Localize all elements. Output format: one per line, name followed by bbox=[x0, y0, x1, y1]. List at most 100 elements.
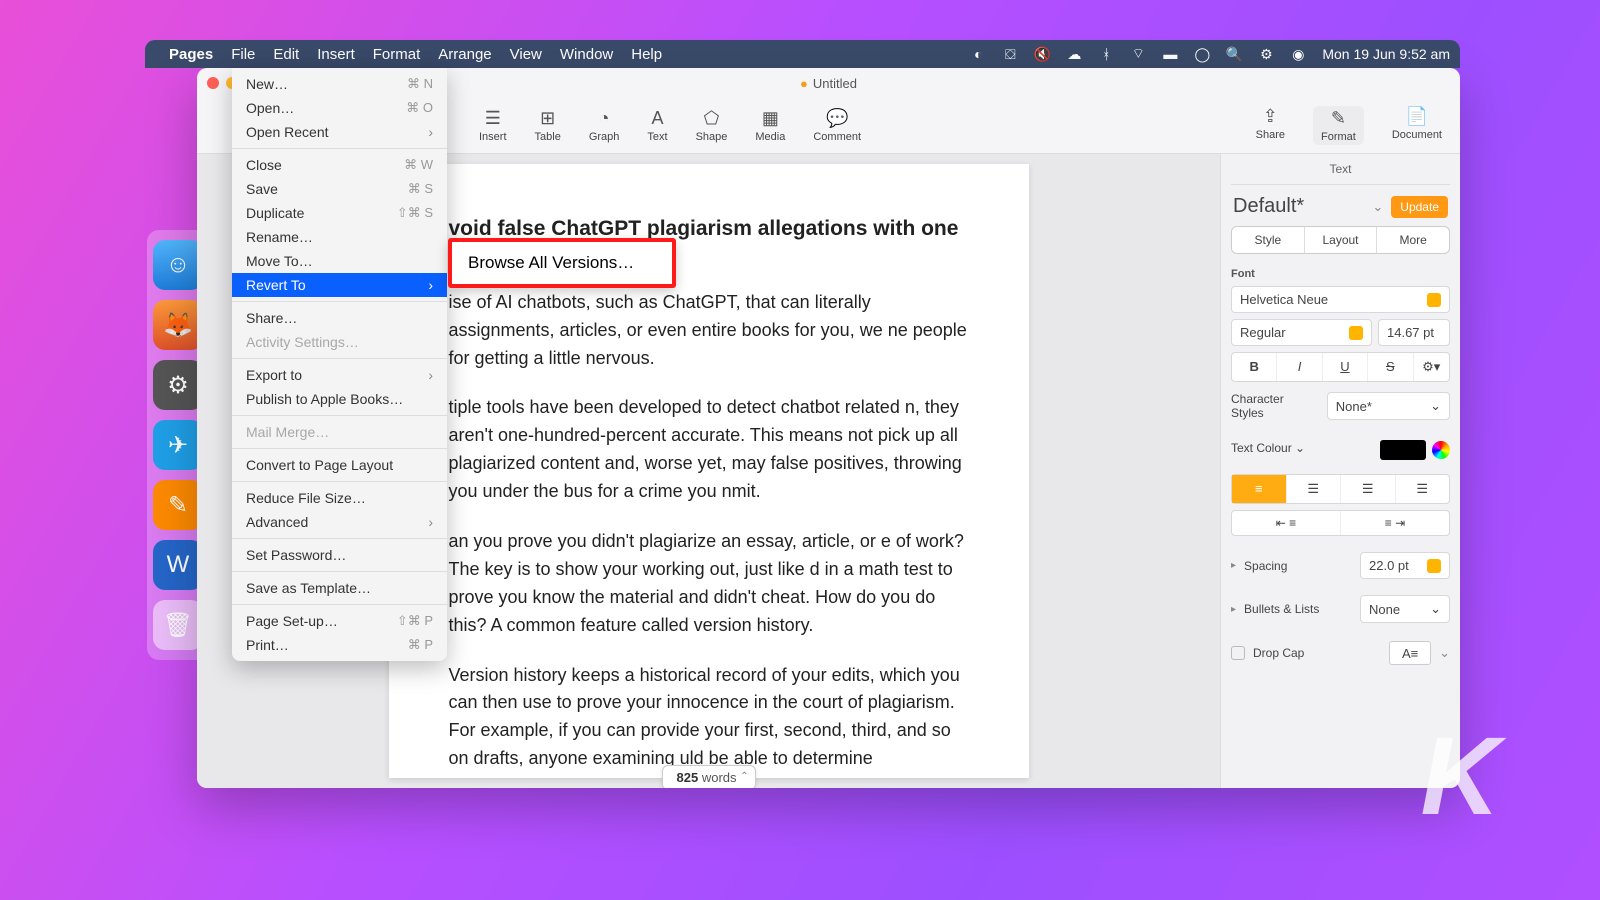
color-wheel-icon[interactable] bbox=[1432, 441, 1450, 459]
control-center-icon[interactable]: ⚙ bbox=[1258, 46, 1274, 62]
chevron-down-icon[interactable]: ⌄ bbox=[1439, 645, 1450, 661]
media-icon: ▦ bbox=[762, 108, 779, 129]
search-icon[interactable]: 🔍 bbox=[1226, 46, 1242, 62]
bluetooth-icon[interactable]: ᚼ bbox=[1098, 46, 1114, 62]
dropbox-icon[interactable]: ⛋ bbox=[1002, 46, 1018, 62]
char-styles-field[interactable]: None*⌄ bbox=[1327, 392, 1450, 420]
file-menu-item[interactable]: Duplicate⇧⌘ S bbox=[232, 201, 447, 225]
file-menu-item[interactable]: Move To… bbox=[232, 249, 447, 273]
file-menu-item[interactable]: Open Recent› bbox=[232, 120, 447, 144]
dropcap-checkbox[interactable] bbox=[1231, 646, 1245, 660]
file-menu-item[interactable]: Open…⌘ O bbox=[232, 96, 447, 120]
menu-insert[interactable]: Insert bbox=[317, 46, 355, 63]
menu-file[interactable]: File bbox=[231, 46, 255, 63]
close-window-button[interactable] bbox=[207, 77, 219, 89]
font-weight-field[interactable]: Regular bbox=[1231, 319, 1372, 346]
seg-style[interactable]: Style bbox=[1232, 227, 1304, 253]
siri-icon[interactable]: ◉ bbox=[1290, 46, 1306, 62]
file-menu-item: Mail Merge… bbox=[232, 420, 447, 444]
italic-button[interactable]: I bbox=[1276, 353, 1321, 381]
file-menu-item[interactable]: Share… bbox=[232, 306, 447, 330]
mute-icon[interactable]: 🔇 bbox=[1034, 46, 1050, 62]
strike-button[interactable]: S bbox=[1367, 353, 1412, 381]
outdent-button[interactable]: ⇤ ≡ bbox=[1232, 511, 1340, 535]
file-menu-item[interactable]: Publish to Apple Books… bbox=[232, 387, 447, 411]
dock-trash-icon[interactable]: 🗑 bbox=[153, 600, 203, 650]
file-menu-item[interactable]: Advanced› bbox=[232, 510, 447, 534]
browse-all-versions-item[interactable]: Browse All Versions… bbox=[468, 253, 634, 273]
file-menu-item[interactable]: Set Password… bbox=[232, 543, 447, 567]
panel-tab-text[interactable]: Text bbox=[1231, 154, 1450, 185]
font-size-field[interactable]: 14.67 pt bbox=[1378, 319, 1450, 346]
paragraph-style-name[interactable]: Default* bbox=[1233, 195, 1364, 218]
dock-settings-icon[interactable]: ⚙ bbox=[153, 360, 203, 410]
update-style-button[interactable]: Update bbox=[1391, 196, 1448, 218]
table-icon: ⊞ bbox=[540, 108, 555, 129]
toolbar-table[interactable]: ⊞Table bbox=[535, 108, 561, 143]
align-center-button[interactable]: ☰ bbox=[1286, 475, 1341, 503]
chevron-down-icon: ⌄ bbox=[1430, 398, 1441, 414]
wifi-icon[interactable]: ⌔ bbox=[1130, 46, 1146, 62]
file-menu-item[interactable]: Export to› bbox=[232, 363, 447, 387]
dock-firefox-icon[interactable]: 🦊 bbox=[153, 300, 203, 350]
file-menu-item[interactable]: Reduce File Size… bbox=[232, 486, 447, 510]
menu-arrange[interactable]: Arrange bbox=[438, 46, 491, 63]
file-menu-item[interactable]: Revert To› bbox=[232, 273, 447, 297]
disclosure-icon[interactable]: ▸ bbox=[1231, 560, 1236, 571]
file-menu-item[interactable]: Save⌘ S bbox=[232, 177, 447, 201]
file-menu-item[interactable]: Rename… bbox=[232, 225, 447, 249]
align-right-button[interactable]: ☰ bbox=[1340, 475, 1395, 503]
file-menu-item[interactable]: New…⌘ N bbox=[232, 72, 447, 96]
battery-icon[interactable]: ▬ bbox=[1162, 46, 1178, 62]
menu-window[interactable]: Window bbox=[560, 46, 613, 63]
file-menu-item[interactable]: Save as Template… bbox=[232, 576, 447, 600]
text-style-more-button[interactable]: ⚙▾ bbox=[1413, 353, 1450, 381]
dock-finder-icon[interactable]: ☺ bbox=[153, 240, 203, 290]
toolbar-format[interactable]: ✎Format bbox=[1313, 106, 1364, 145]
menu-help[interactable]: Help bbox=[631, 46, 662, 63]
window-title: Untitled bbox=[813, 76, 857, 91]
seg-more[interactable]: More bbox=[1376, 227, 1449, 253]
toolbar-comment[interactable]: 💬Comment bbox=[813, 108, 861, 143]
dropcap-style-button[interactable]: A≡ bbox=[1389, 641, 1431, 665]
dock-word-icon[interactable]: W bbox=[153, 540, 203, 590]
seg-layout[interactable]: Layout bbox=[1304, 227, 1377, 253]
spacing-field[interactable]: 22.0 pt bbox=[1360, 552, 1450, 579]
text-color-label: Text Colour ⌄ bbox=[1231, 441, 1372, 455]
user-icon[interactable]: ◯ bbox=[1194, 46, 1210, 62]
toolbar-shape[interactable]: ⬠Shape bbox=[696, 108, 728, 143]
indent-button[interactable]: ≡ ⇥ bbox=[1340, 511, 1449, 535]
chevron-down-icon: ⌄ bbox=[1430, 601, 1441, 617]
file-menu-item[interactable]: Convert to Page Layout bbox=[232, 453, 447, 477]
toolbar-text[interactable]: AText bbox=[647, 108, 667, 143]
underline-button[interactable]: U bbox=[1322, 353, 1367, 381]
file-menu-item[interactable]: Close⌘ W bbox=[232, 153, 447, 177]
cloud-icon[interactable]: ☁ bbox=[1066, 46, 1082, 62]
toolbar-document[interactable]: 📄Document bbox=[1392, 106, 1442, 145]
bullets-field[interactable]: None⌄ bbox=[1360, 595, 1450, 623]
dock-pages-icon[interactable]: ✎ bbox=[153, 480, 203, 530]
color-chip-icon bbox=[1349, 326, 1363, 340]
file-menu-item[interactable]: Print…⌘ P bbox=[232, 633, 447, 657]
disclosure-icon[interactable]: ▸ bbox=[1231, 604, 1236, 615]
menu-format[interactable]: Format bbox=[373, 46, 421, 63]
toolbar-share[interactable]: ⇪Share bbox=[1256, 106, 1285, 145]
align-left-button[interactable]: ≡ bbox=[1232, 475, 1286, 503]
word-count[interactable]: 825 words bbox=[661, 765, 755, 788]
font-family-field[interactable]: Helvetica Neue bbox=[1231, 286, 1450, 313]
dock-telegram-icon[interactable]: ✈ bbox=[153, 420, 203, 470]
toolbar-insert[interactable]: ☰Insert bbox=[479, 108, 507, 143]
toolbar-graph[interactable]: ◔Graph bbox=[589, 108, 620, 143]
edited-indicator-icon: ● bbox=[800, 76, 808, 91]
menu-edit[interactable]: Edit bbox=[273, 46, 299, 63]
toolbar-media[interactable]: ▦Media bbox=[755, 108, 785, 143]
file-menu-item[interactable]: Page Set-up…⇧⌘ P bbox=[232, 609, 447, 633]
align-justify-button[interactable]: ☰ bbox=[1395, 475, 1450, 503]
menu-app-name[interactable]: Pages bbox=[169, 46, 213, 63]
do-not-disturb-icon[interactable]: ◐ bbox=[970, 46, 986, 62]
chevron-down-icon[interactable]: ⌄ bbox=[1372, 199, 1383, 215]
bold-button[interactable]: B bbox=[1232, 353, 1276, 381]
menu-view[interactable]: View bbox=[510, 46, 542, 63]
menubar-datetime[interactable]: Mon 19 Jun 9:52 am bbox=[1322, 46, 1450, 62]
text-color-swatch[interactable] bbox=[1380, 440, 1426, 460]
